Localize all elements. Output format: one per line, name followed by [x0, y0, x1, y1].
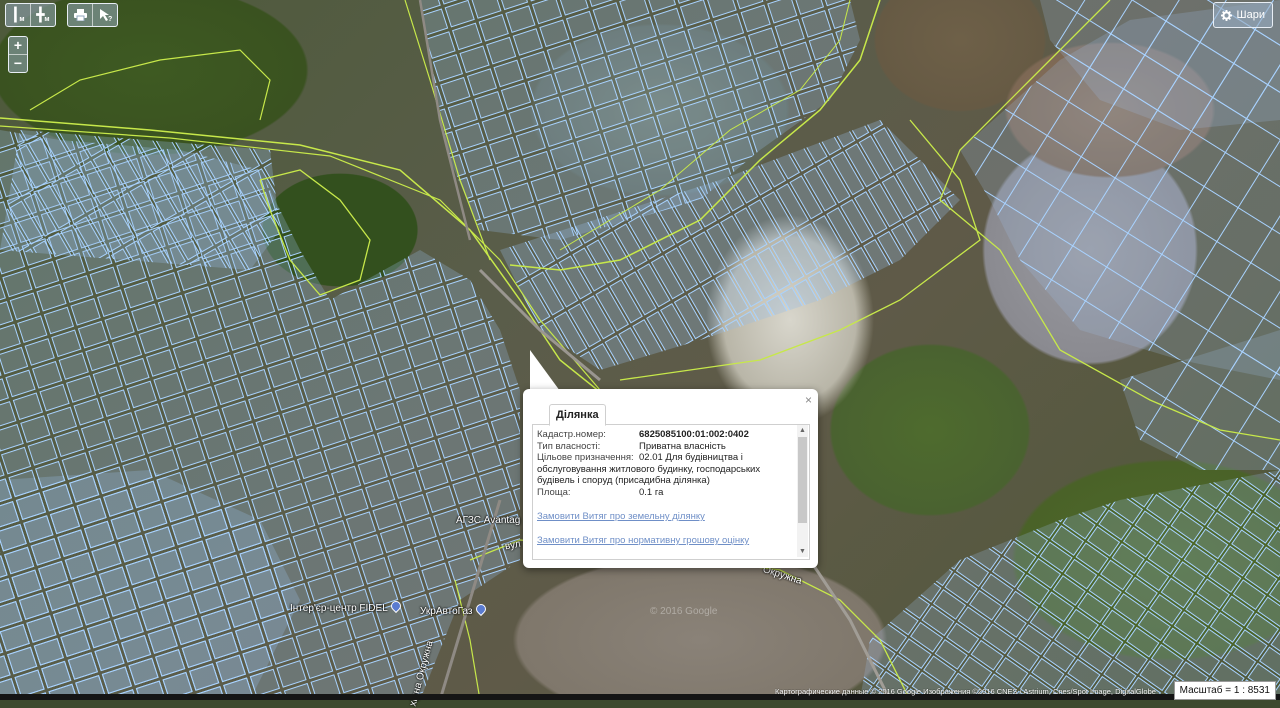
- measure-toolbar: ┃ м ╋ м: [5, 3, 56, 27]
- poi-interior-center[interactable]: Інтер'єр-центр FIDEL: [290, 598, 403, 614]
- print-icon: [73, 9, 87, 21]
- zoom-out-button[interactable]: −: [9, 54, 27, 72]
- print-button[interactable]: [68, 4, 92, 26]
- popup-scrollbar[interactable]: ▲ ▼: [797, 425, 808, 557]
- tab-parcel[interactable]: Ділянка: [549, 404, 606, 426]
- field-area: Площа: 0.1 га: [537, 486, 664, 498]
- parcel-info: Кадастр.номер: 6825085100:01:002:0402 Ти…: [537, 429, 793, 546]
- scale-indicator: Масштаб = 1 : 8531: [1173, 681, 1276, 700]
- map-canvas[interactable]: [0, 0, 1280, 700]
- layers-button[interactable]: Шари: [1212, 2, 1273, 28]
- order-normative-extract-link[interactable]: Замовити Витяг про нормативну грошову оц…: [537, 535, 793, 546]
- map-pin-icon: [388, 598, 403, 614]
- scroll-up-arrow-icon[interactable]: ▲: [797, 425, 808, 436]
- identify-button[interactable]: ?: [92, 4, 117, 26]
- popup-pointer: [530, 350, 560, 391]
- parcel-popup: × Ділянка Кадастр.номер: 6825085100:01:0…: [523, 389, 818, 568]
- popup-body: Кадастр.номер: 6825085100:01:002:0402 Ти…: [532, 424, 810, 560]
- close-icon[interactable]: ×: [805, 393, 812, 407]
- poi-azs[interactable]: АГЗС Avantag: [456, 515, 520, 526]
- poi-ukr-avto-gaz[interactable]: УкрАвтоГаз: [420, 601, 488, 617]
- order-land-extract-link[interactable]: Замовити Витяг про земельну ділянку: [537, 511, 793, 522]
- layers-button-label: Шари: [1236, 9, 1265, 21]
- area-ruler-icon: ╋: [36, 7, 45, 22]
- gear-icon: [1220, 9, 1232, 21]
- field-ownership-type: Тип власності: Приватна власність: [537, 440, 726, 452]
- measure-area-button[interactable]: ╋ м: [30, 4, 55, 26]
- map-pin-icon: [473, 601, 488, 617]
- svg-text:?: ?: [108, 16, 112, 22]
- identify-cursor-icon: ?: [99, 9, 112, 22]
- cadastre-overlay: [0, 0, 1280, 700]
- ruler-icon: ┃: [11, 7, 20, 22]
- zoom-in-button[interactable]: +: [9, 37, 27, 54]
- tools-toolbar: ?: [67, 3, 118, 27]
- measure-distance-button[interactable]: ┃ м: [6, 4, 30, 26]
- map-watermark: © 2016 Google: [650, 606, 718, 617]
- map-attribution: Картографические данные © 2016 Google Из…: [775, 687, 1156, 696]
- scroll-thumb[interactable]: [798, 437, 807, 523]
- zoom-control: + −: [8, 36, 28, 73]
- scroll-down-arrow-icon[interactable]: ▼: [797, 546, 808, 557]
- field-cadastral-number: Кадастр.номер: 6825085100:01:002:0402: [537, 429, 749, 440]
- field-purpose: Цільове призначення: 02.01 Для будівництв…: [537, 452, 761, 486]
